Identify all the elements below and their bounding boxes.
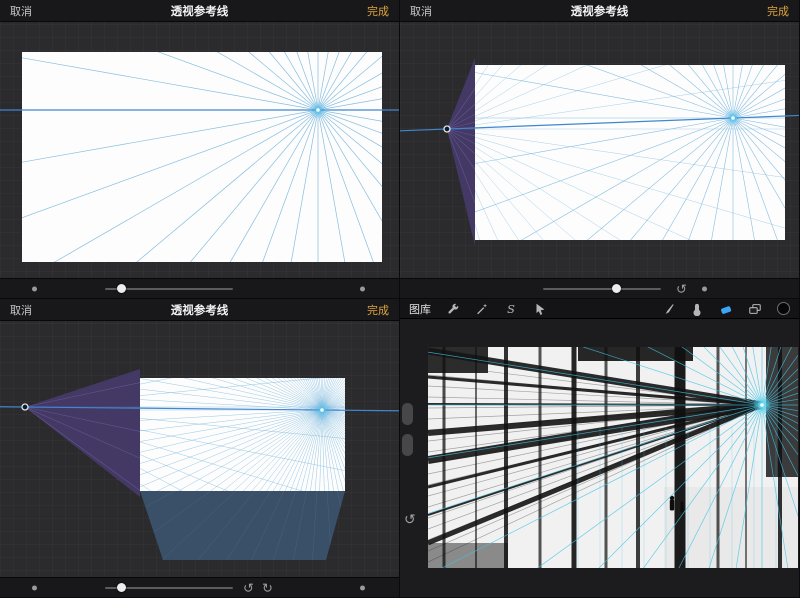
adjustments-wand-icon[interactable]	[475, 302, 489, 316]
edit-header: 取消 透视参考线 完成	[0, 0, 399, 22]
perspective-canvas-grid-mesh[interactable]	[0, 299, 400, 598]
brush-icon[interactable]	[661, 302, 675, 316]
edit-footer: ↺ ↻	[0, 577, 399, 597]
brush-opacity-handle[interactable]	[402, 434, 413, 456]
eraser-icon-active[interactable]	[719, 302, 733, 316]
grid-dot-button[interactable]	[360, 585, 365, 590]
undo-icon[interactable]: ↺	[243, 581, 254, 594]
undo-icon[interactable]: ↺	[676, 282, 687, 295]
toolbar-right-group	[661, 302, 790, 316]
undo-icon[interactable]: ↺	[404, 511, 416, 528]
page-title: 透视参考线	[400, 3, 799, 19]
edit-header: 取消 透视参考线 完成	[400, 0, 799, 22]
smudge-icon[interactable]	[690, 302, 704, 316]
slider-knob[interactable]	[117, 583, 126, 592]
screenshot-grid: 取消 透视参考线 完成 取消 透视参考线 完成 ↺	[0, 0, 800, 598]
panel-one-point-perspective-editor: 取消 透视参考线 完成	[0, 0, 400, 299]
slider-knob[interactable]	[117, 284, 126, 293]
svg-text:S: S	[507, 302, 515, 316]
slider-knob[interactable]	[612, 284, 621, 293]
sidebar	[402, 403, 415, 465]
perspective-canvas-two-point[interactable]	[400, 0, 800, 299]
page-title: 透视参考线	[0, 302, 399, 318]
grid-dot-button[interactable]	[702, 286, 707, 291]
panel-grid-mesh-perspective-editor: 取消 透视参考线 完成 ↺ ↻	[0, 299, 400, 598]
cancel-button[interactable]: 取消	[10, 302, 32, 318]
edit-header: 取消 透视参考线 完成	[0, 299, 399, 321]
artwork-canvas[interactable]	[400, 299, 800, 598]
grid-dot-button[interactable]	[32, 585, 37, 590]
redo-icon[interactable]: ↻	[262, 581, 273, 594]
toolbar-left-group: 图库 S	[409, 301, 547, 317]
grid-dot-button[interactable]	[32, 286, 37, 291]
panel-procreate-canvas: 图库 S	[400, 299, 800, 598]
transform-cursor-icon[interactable]	[533, 302, 547, 316]
actions-wrench-icon[interactable]	[446, 302, 460, 316]
guide-opacity-slider[interactable]	[105, 578, 233, 597]
cancel-button[interactable]: 取消	[410, 3, 432, 19]
color-swatch[interactable]	[777, 302, 790, 315]
page-title: 透视参考线	[0, 3, 399, 19]
perspective-canvas-one-point[interactable]	[0, 0, 400, 299]
gallery-button[interactable]: 图库	[409, 301, 431, 317]
selection-s-icon[interactable]: S	[504, 302, 518, 316]
cancel-button[interactable]: 取消	[10, 3, 32, 19]
edit-footer: ↺	[400, 278, 799, 298]
guide-thickness-slider[interactable]	[543, 279, 661, 298]
grid-dot-button[interactable]	[360, 286, 365, 291]
done-button[interactable]: 完成	[367, 3, 389, 19]
brush-size-handle[interactable]	[402, 403, 413, 425]
main-toolbar: 图库 S	[400, 299, 799, 319]
slider-track	[543, 288, 661, 290]
edit-footer	[0, 278, 399, 298]
panel-two-point-perspective-editor: 取消 透视参考线 完成 ↺	[400, 0, 800, 299]
done-button[interactable]: 完成	[367, 302, 389, 318]
layers-icon[interactable]	[748, 302, 762, 316]
guide-opacity-slider[interactable]	[105, 279, 233, 298]
done-button[interactable]: 完成	[767, 3, 789, 19]
